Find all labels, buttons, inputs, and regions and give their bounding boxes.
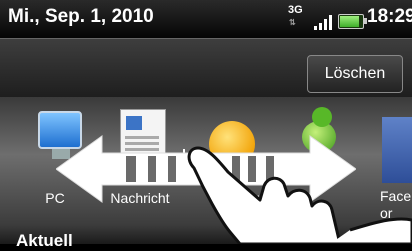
3g-icon: 3G ⇅	[288, 4, 303, 27]
status-date: Mi., Sep. 1, 2010	[8, 6, 154, 27]
battery-icon	[338, 14, 367, 29]
network-label: 3G	[288, 4, 303, 16]
clear-button[interactable]: Löschen	[307, 55, 403, 93]
section-title: Aktuell	[16, 231, 73, 250]
status-bar: Mi., Sep. 1, 2010 3G ⇅ 18:29	[0, 0, 412, 39]
hand-pointer-icon	[187, 146, 412, 244]
status-time: 18:29	[367, 6, 412, 27]
signal-icon	[314, 14, 334, 30]
notification-header: Löschen	[0, 39, 412, 97]
